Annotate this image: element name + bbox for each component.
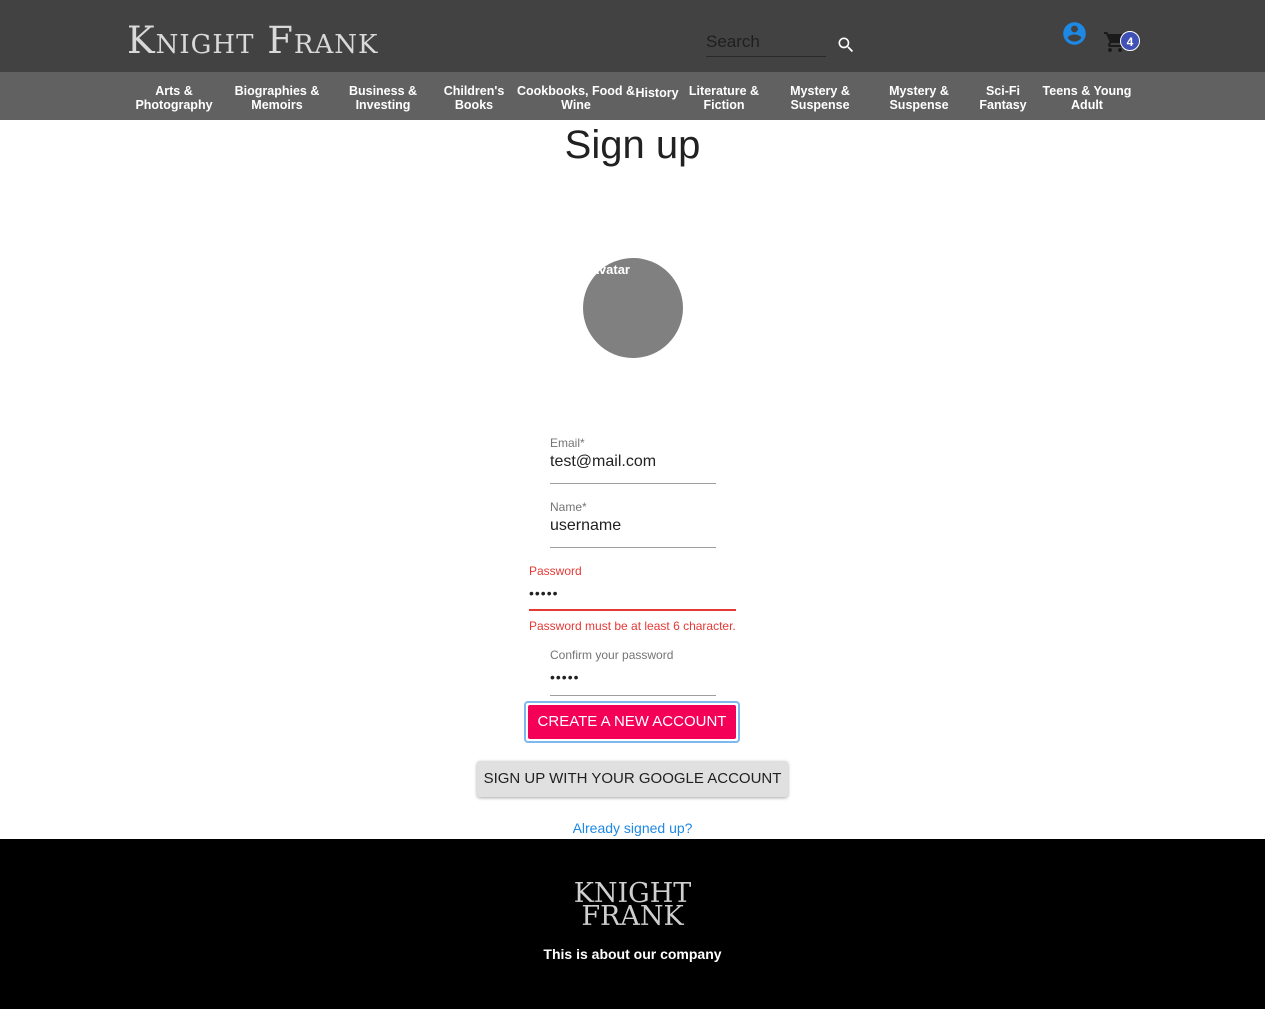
account-icon[interactable] — [1061, 20, 1088, 47]
password-input[interactable]: ••••• — [529, 585, 559, 601]
email-underline — [550, 483, 716, 484]
create-account-button[interactable]: CREATE A NEW ACCOUNT — [524, 701, 740, 743]
category-scifi-fantasy[interactable]: Sci-Fi Fantasy — [979, 84, 1026, 112]
name-label: Name* — [550, 500, 587, 514]
category-business-investing[interactable]: Business & Investing — [349, 84, 417, 112]
name-underline — [550, 547, 716, 548]
confirm-password-underline — [550, 695, 716, 696]
category-mystery-suspense-2[interactable]: Mystery & Suspense — [889, 84, 949, 112]
email-input[interactable]: test@mail.com — [550, 453, 656, 471]
name-field[interactable]: Name* username — [550, 500, 716, 548]
site-logo[interactable]: Knight Frank — [127, 22, 378, 60]
category-teens-young-adult[interactable]: Teens & Young Adult — [1043, 84, 1132, 112]
password-underline — [529, 609, 736, 611]
cart-count-badge: 4 — [1120, 31, 1140, 51]
confirm-password-label: Confirm your password — [550, 648, 674, 662]
page-title: Sign up — [564, 123, 701, 167]
google-signup-button[interactable]: SIGN UP WITH YOUR GOOGLE ACCOUNT — [477, 761, 788, 797]
avatar-label: Avatar — [590, 262, 630, 277]
password-label: Password — [529, 564, 582, 578]
password-error-text: Password must be at least 6 character. — [529, 619, 736, 633]
top-app-bar: Knight Frank 4 — [0, 0, 1265, 72]
footer-logo: KNIGHT FRANK — [0, 880, 1265, 932]
category-literature-fiction[interactable]: Literature & Fiction — [689, 84, 759, 112]
email-label: Email* — [550, 436, 585, 450]
category-biographies-memoirs[interactable]: Biographies & Memoirs — [235, 84, 320, 112]
search-input[interactable] — [706, 30, 824, 54]
search-box[interactable] — [706, 28, 826, 57]
footer-logo-line2: FRANK — [581, 901, 684, 932]
already-signed-up-link[interactable]: Already signed up? — [0, 820, 1265, 836]
email-field[interactable]: Email* test@mail.com — [550, 436, 716, 484]
password-field[interactable]: Password ••••• — [529, 564, 736, 612]
name-input[interactable]: username — [550, 517, 621, 535]
category-childrens-books[interactable]: Children's Books — [444, 84, 505, 112]
create-account-label: CREATE A NEW ACCOUNT — [528, 705, 736, 739]
category-arts-photography[interactable]: Arts & Photography — [135, 84, 212, 112]
category-history[interactable]: History — [635, 86, 678, 100]
category-nav: Arts & Photography Biographies & Memoirs… — [0, 72, 1265, 120]
category-mystery-suspense[interactable]: Mystery & Suspense — [790, 84, 850, 112]
footer-about-text: This is about our company — [543, 946, 722, 962]
confirm-password-input[interactable]: ••••• — [550, 669, 580, 685]
category-cookbooks-food-wine[interactable]: Cookbooks, Food & Wine — [517, 84, 635, 112]
search-icon[interactable] — [836, 35, 856, 55]
footer: KNIGHT FRANK This is about our company — [0, 839, 1265, 1009]
confirm-password-field[interactable]: Confirm your password ••••• — [550, 648, 716, 696]
